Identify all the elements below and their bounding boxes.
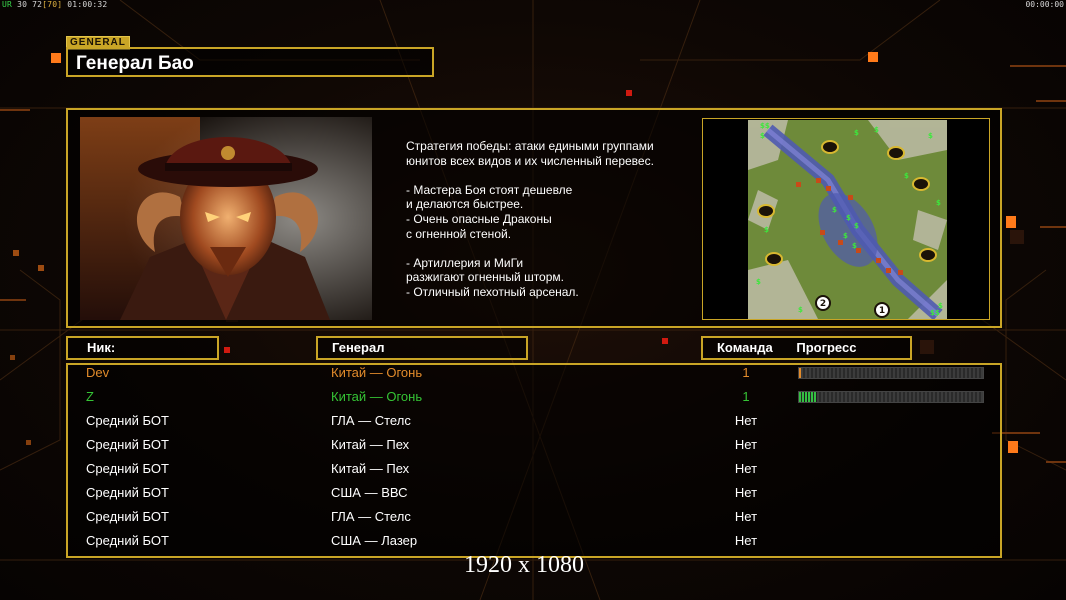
svg-text:$: $ <box>756 278 761 286</box>
player-row: Средний БОТ Китай — Пех Нет <box>66 458 1002 482</box>
player-nick: Dev <box>86 365 110 380</box>
hud-prefix: UR <box>2 0 13 9</box>
header-progress-label: Прогресс <box>796 340 857 355</box>
svg-text:$: $ <box>798 306 803 314</box>
header-general-label: Генерал <box>332 340 385 355</box>
svg-text:$: $ <box>846 214 851 222</box>
svg-text:$$: $$ <box>930 309 940 317</box>
player-general: ГЛА — Стелс <box>331 509 411 524</box>
player-general: ГЛА — Стелс <box>331 413 411 428</box>
svg-text:$: $ <box>928 132 933 140</box>
player-progress-fill <box>799 368 801 378</box>
player-nick: Z <box>86 389 94 404</box>
minimap-start-marker: 2 <box>820 299 826 309</box>
player-progress-fill <box>799 392 818 402</box>
player-team: 1 <box>742 365 750 380</box>
player-team: 1 <box>742 389 750 404</box>
player-team: Нет <box>734 437 758 452</box>
svg-text:$: $ <box>874 126 879 134</box>
svg-text:$: $ <box>938 302 943 310</box>
svg-text:$$: $$ <box>760 122 770 130</box>
player-row: Средний БОТ ГЛА — Стелс Нет <box>66 506 1002 530</box>
player-general: Китай — Пех <box>331 437 410 452</box>
minimap-start-marker: 1 <box>879 306 885 316</box>
svg-text:$: $ <box>760 132 765 140</box>
hud-clock: 01:00:32 <box>67 0 108 9</box>
player-row: Dev Китай — Огонь 1 <box>66 362 1002 386</box>
player-general: США — ВВС <box>331 485 408 500</box>
svg-text:$: $ <box>852 242 857 250</box>
player-team: Нет <box>734 533 758 548</box>
resolution-label: 1920 x 1080 <box>464 552 584 578</box>
player-progress-bar <box>798 367 984 379</box>
svg-text:$: $ <box>854 222 859 230</box>
player-progress-bar <box>798 391 984 403</box>
player-row: Z Китай — Огонь 1 <box>66 386 1002 410</box>
header-nick-label: Ник: <box>87 340 116 355</box>
svg-text:$: $ <box>764 226 769 234</box>
header-general: Генерал <box>316 336 528 360</box>
hud-timer: 00:00:00 <box>1025 0 1064 9</box>
player-team: Нет <box>734 509 758 524</box>
player-row: Средний БОТ ГЛА — Стелс Нет <box>66 410 1002 434</box>
header-team-label: Команда <box>717 340 773 355</box>
player-nick: Средний БОТ <box>86 413 169 428</box>
player-nick: Средний БОТ <box>86 485 169 500</box>
player-general: Китай — Огонь <box>331 389 423 404</box>
hud-bracket: [70] <box>42 0 63 9</box>
svg-text:$: $ <box>936 199 941 207</box>
player-general: Китай — Пех <box>331 461 410 476</box>
general-portrait-image <box>80 117 372 320</box>
player-row: Средний БОТ Китай — Пех Нет <box>66 434 1002 458</box>
minimap[interactable]: $$ $ $ $ $ $ $ $ $ $ $ $ $ $ $$ $ $ 2 1 <box>748 120 947 319</box>
general-title-box: Генерал Бао <box>66 47 434 77</box>
player-nick: Средний БОТ <box>86 509 169 524</box>
player-general: США — Лазер <box>331 533 418 548</box>
strategy-description: Стратегия победы: атаки едиными группами… <box>406 139 654 299</box>
svg-text:$: $ <box>843 232 848 240</box>
player-nick: Средний БОТ <box>86 461 169 476</box>
player-team: Нет <box>734 413 758 428</box>
svg-text:$: $ <box>854 129 859 137</box>
player-nick: Средний БОТ <box>86 437 169 452</box>
hud-fps-counter: UR 30 72[70] 01:00:32 <box>2 0 107 9</box>
header-nick: Ник: <box>66 336 219 360</box>
svg-text:$: $ <box>832 206 837 214</box>
general-name: Генерал Бао <box>76 53 194 74</box>
svg-text:$: $ <box>904 172 909 180</box>
player-team: Нет <box>734 461 758 476</box>
player-general: Китай — Огонь <box>331 365 423 380</box>
player-row: Средний БОТ США — ВВС Нет <box>66 482 1002 506</box>
player-team: Нет <box>734 485 758 500</box>
player-nick: Средний БОТ <box>86 533 169 548</box>
hud-fps: 30 72 <box>17 0 43 9</box>
general-portrait <box>80 117 372 320</box>
player-row: Средний БОТ США — Лазер Нет <box>66 530 1002 554</box>
header-team-progress: Команда Прогресс <box>701 336 912 360</box>
minimap-terrain: $$$ $ $ $$ $$ $$ $$ $$ $$$ $ 2 1 <box>748 120 947 319</box>
